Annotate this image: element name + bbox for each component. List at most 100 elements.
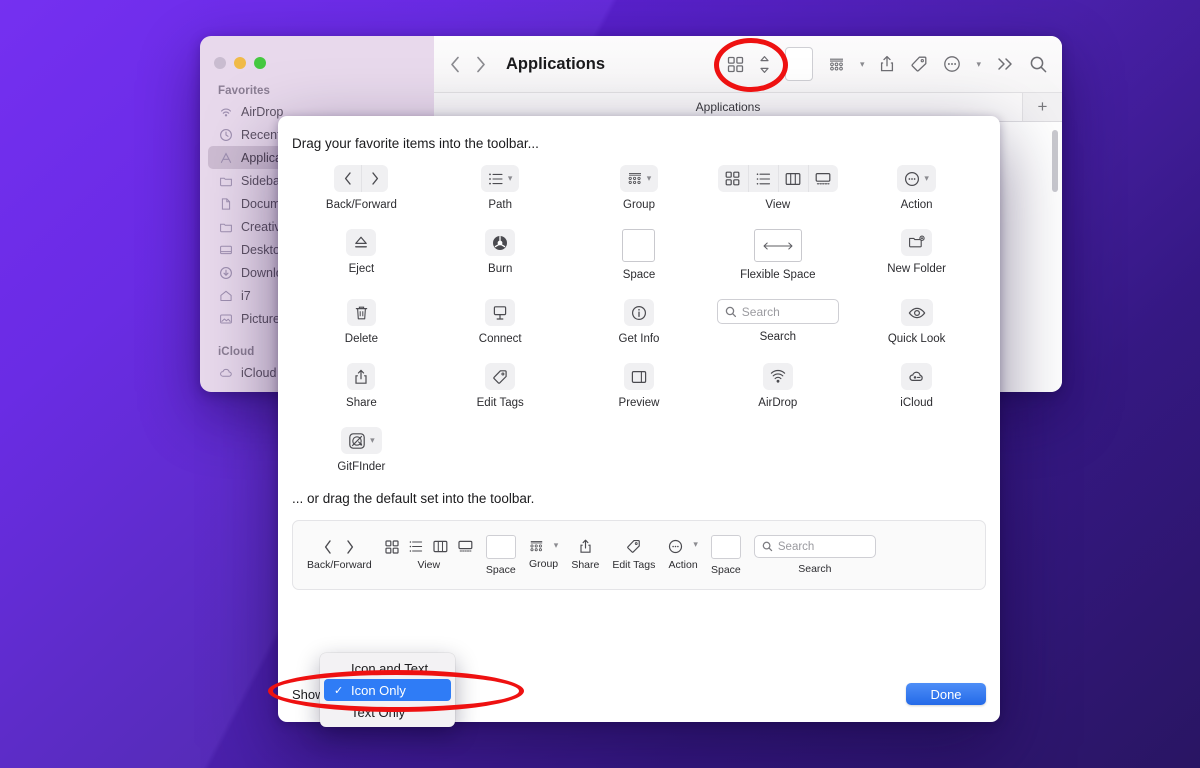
toolbar-space-item[interactable] [785, 47, 813, 81]
chevron-down-icon[interactable]: ▾ [554, 540, 559, 553]
forward-icon[interactable] [346, 540, 354, 554]
palette-item-quick-look[interactable]: Quick Look [847, 299, 986, 345]
close-button[interactable] [214, 57, 226, 69]
palette-item-label: GitFInder [337, 461, 385, 473]
palette-item-icloud[interactable]: iCloud [847, 363, 986, 409]
burn-icon[interactable] [485, 229, 515, 256]
palette-item-burn[interactable]: Burn [431, 229, 570, 281]
default-item-space-2[interactable]: Space [711, 535, 741, 576]
back-icon[interactable] [450, 56, 461, 73]
palette-item-space[interactable]: Space [570, 229, 709, 281]
traffic-lights[interactable] [200, 44, 434, 69]
tag-icon[interactable] [626, 539, 641, 554]
default-item-space-1[interactable]: Space [486, 535, 516, 576]
info-icon[interactable] [624, 299, 654, 326]
chevron-down-icon[interactable]: ▾ [976, 59, 981, 70]
palette-item-back-forward[interactable]: Back/Forward [292, 165, 431, 211]
action-icon[interactable]: ▾ [668, 539, 698, 554]
back-forward-icon[interactable] [334, 165, 388, 192]
default-item-share[interactable]: Share [571, 539, 599, 571]
gallery-view-icon[interactable] [808, 165, 838, 192]
default-toolbar-set[interactable]: Back/Forward View Space ▾ Group [292, 520, 986, 590]
forward-icon[interactable] [475, 56, 486, 73]
flexible-space-icon[interactable] [754, 229, 802, 262]
space-icon[interactable] [711, 535, 741, 559]
palette-item-flexible-space[interactable]: Flexible Space [708, 229, 847, 281]
content-scrollbar[interactable] [1052, 130, 1058, 192]
palette-item-share[interactable]: Share [292, 363, 431, 409]
palette-item-airdrop[interactable]: AirDrop [708, 363, 847, 409]
palette-item-get-info[interactable]: Get Info [570, 299, 709, 345]
overflow-icon[interactable] [996, 56, 1014, 72]
search-input[interactable]: Search [717, 299, 839, 324]
chevron-down-icon[interactable]: ▾ [860, 59, 865, 70]
group-icon[interactable]: ▾ [529, 540, 559, 553]
eject-icon[interactable] [346, 229, 376, 256]
action-icon[interactable]: ▾ [897, 165, 936, 192]
chevron-down-icon[interactable]: ▾ [370, 435, 375, 446]
icon-view-icon[interactable] [718, 165, 748, 192]
done-button[interactable]: Done [906, 683, 986, 705]
share-icon[interactable] [879, 55, 895, 73]
back-icon[interactable] [324, 540, 332, 554]
new-tab-button[interactable]: + [1022, 93, 1062, 121]
gitfinder-icon[interactable]: ▾ [341, 427, 382, 454]
minimize-button[interactable] [234, 57, 246, 69]
preview-icon[interactable] [624, 363, 654, 390]
palette-item-group[interactable]: ▾ Group [570, 165, 709, 211]
default-item-search[interactable]: Search Search [754, 535, 876, 575]
sidebar-section-favorites-header: Favorites [200, 69, 434, 100]
new-folder-icon[interactable] [901, 229, 932, 256]
share-icon[interactable] [347, 363, 375, 390]
forward-icon[interactable] [361, 165, 388, 192]
action-icon[interactable] [943, 55, 961, 73]
list-view-icon[interactable] [748, 165, 778, 192]
icon-view-icon[interactable] [385, 540, 399, 554]
palette-item-view[interactable]: View [708, 165, 847, 211]
palette-item-preview[interactable]: Preview [570, 363, 709, 409]
palette-item-gitfinder[interactable]: ▾ GitFInder [292, 427, 431, 473]
palette-item-search[interactable]: Search Search [708, 299, 847, 345]
list-view-icon[interactable] [409, 540, 423, 554]
view-segmented-icon[interactable] [385, 540, 473, 554]
palette-item-action[interactable]: ▾ Action [847, 165, 986, 211]
search-icon[interactable] [1029, 55, 1048, 74]
column-view-icon[interactable] [433, 540, 448, 554]
space-icon[interactable] [622, 229, 655, 262]
share-icon[interactable] [579, 539, 592, 554]
back-icon[interactable] [334, 165, 361, 192]
nav-buttons[interactable] [450, 56, 486, 73]
palette-item-delete[interactable]: Delete [292, 299, 431, 345]
tag-icon[interactable] [910, 55, 928, 73]
icloud-icon[interactable] [901, 363, 932, 390]
palette-item-edit-tags[interactable]: Edit Tags [431, 363, 570, 409]
default-item-view[interactable]: View [385, 540, 473, 571]
chevron-down-icon[interactable]: ▾ [647, 173, 652, 184]
connect-icon[interactable] [485, 299, 515, 326]
palette-item-path[interactable]: ▾ Path [431, 165, 570, 211]
palette-item-eject[interactable]: Eject [292, 229, 431, 281]
palette-item-connect[interactable]: Connect [431, 299, 570, 345]
chevron-down-icon[interactable]: ▾ [508, 173, 513, 184]
airdrop-icon[interactable] [763, 363, 793, 390]
back-forward-icon[interactable] [324, 540, 354, 554]
group-icon[interactable] [828, 56, 845, 73]
search-input[interactable]: Search [754, 535, 876, 558]
default-item-edit-tags[interactable]: Edit Tags [612, 539, 655, 571]
group-icon[interactable]: ▾ [620, 165, 659, 192]
chevron-down-icon[interactable]: ▾ [693, 539, 698, 554]
default-item-action[interactable]: ▾ Action [668, 539, 698, 571]
column-view-icon[interactable] [778, 165, 808, 192]
zoom-button[interactable] [254, 57, 266, 69]
view-segmented-icon[interactable] [718, 165, 838, 192]
eye-icon[interactable] [901, 299, 933, 326]
default-item-group[interactable]: ▾ Group [529, 540, 559, 570]
default-item-back-forward[interactable]: Back/Forward [307, 540, 372, 571]
tag-icon[interactable] [485, 363, 515, 390]
path-icon[interactable]: ▾ [481, 165, 520, 192]
gallery-view-icon[interactable] [458, 540, 473, 554]
space-icon[interactable] [486, 535, 516, 559]
chevron-down-icon[interactable]: ▾ [924, 173, 929, 184]
palette-item-new-folder[interactable]: New Folder [847, 229, 986, 281]
trash-icon[interactable] [347, 299, 376, 326]
